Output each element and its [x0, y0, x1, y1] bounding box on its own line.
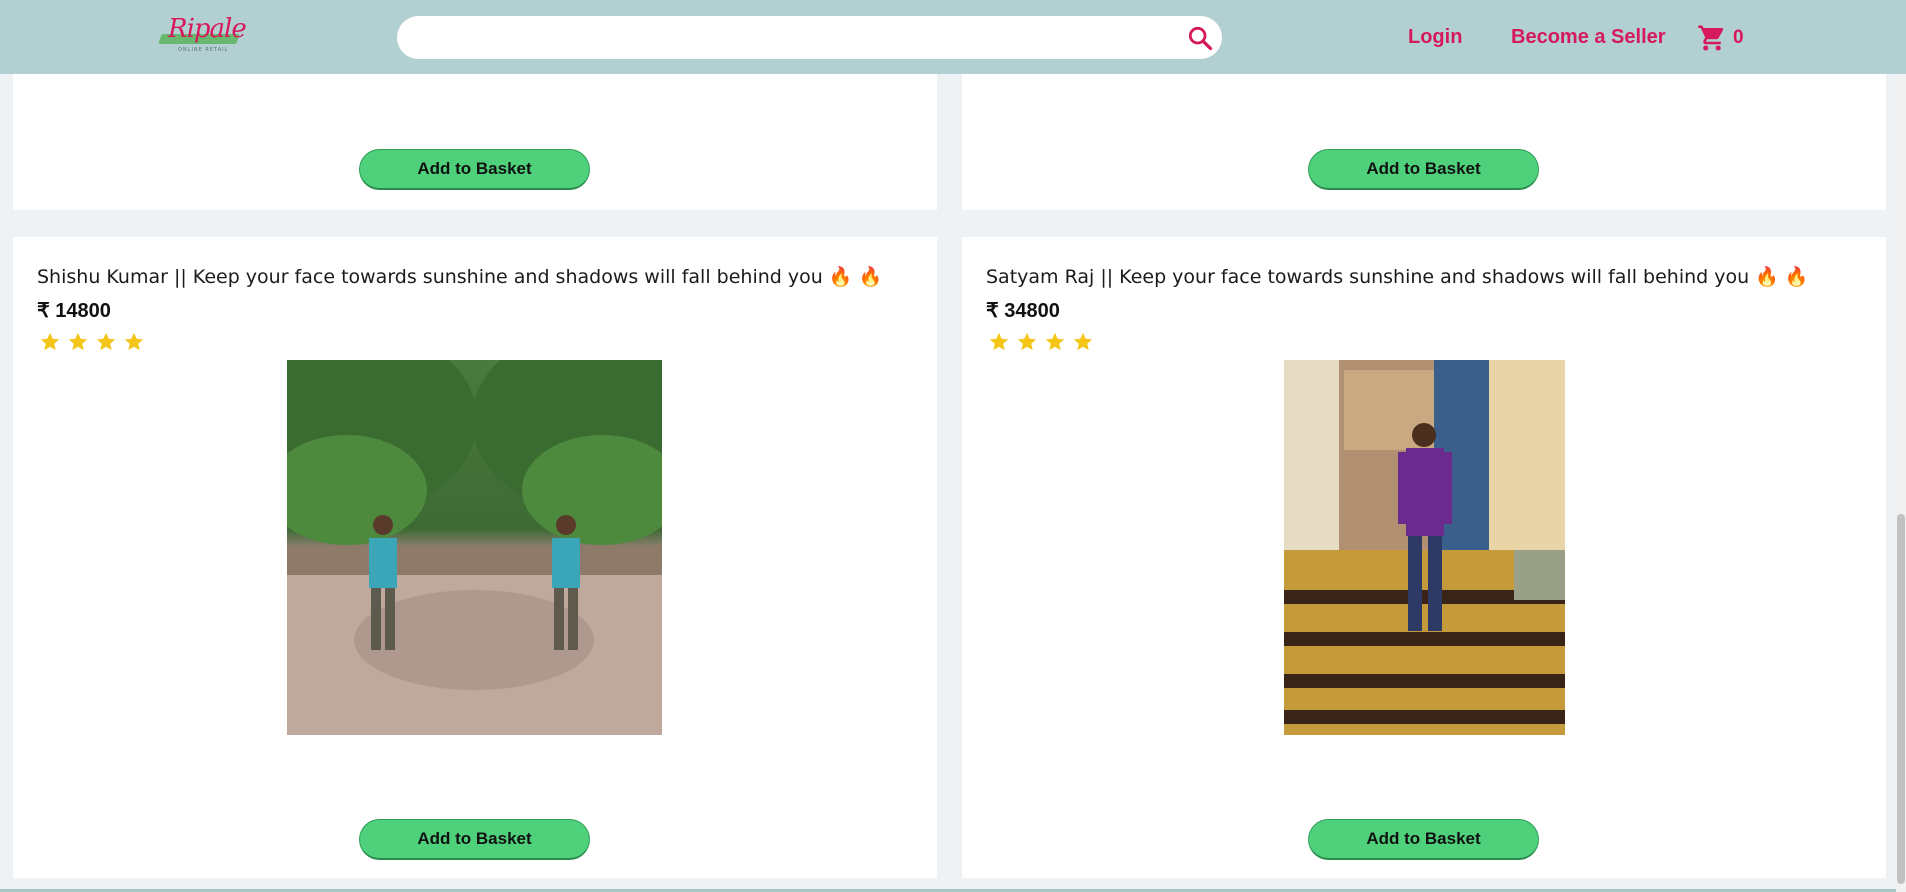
star-icon	[989, 332, 1009, 351]
ripale-logo[interactable]: Ripale ONLINE RETAIL	[158, 12, 247, 56]
star-icon	[1073, 332, 1093, 351]
product-title-text: Shishu Kumar || Keep your face towards s…	[37, 266, 823, 288]
cart-count: 0	[1733, 27, 1744, 48]
logo-text: Ripale	[168, 14, 247, 44]
fire-emoji: 🔥 🔥	[1755, 266, 1809, 288]
star-icon	[1017, 332, 1037, 351]
add-to-basket-button[interactable]: Add to Basket	[359, 149, 590, 190]
product-title: Satyam Raj || Keep your face towards sun…	[986, 265, 1809, 288]
product-card-satyam-raj[interactable]: Satyam Raj || Keep your face towards sun…	[962, 237, 1886, 878]
search-input[interactable]	[397, 16, 1222, 59]
add-to-basket-button[interactable]: Add to Basket	[1308, 819, 1539, 860]
star-icon	[124, 332, 144, 351]
become-seller-link[interactable]: Become a Seller	[1511, 26, 1666, 49]
star-icon	[40, 332, 60, 351]
rating-stars	[988, 331, 1094, 353]
product-image[interactable]	[287, 360, 662, 735]
product-image[interactable]	[1284, 360, 1565, 735]
product-card-top-right: Add to Basket	[962, 74, 1886, 210]
scrollbar-thumb[interactable]	[1897, 514, 1905, 884]
add-to-basket-button[interactable]: Add to Basket	[1308, 149, 1539, 190]
logo-subtitle: ONLINE RETAIL	[178, 47, 229, 53]
fire-emoji: 🔥 🔥	[828, 266, 883, 288]
product-title: Shishu Kumar || Keep your face towards s…	[37, 265, 882, 288]
product-title-text: Satyam Raj || Keep your face towards sun…	[986, 266, 1750, 288]
page-scrollbar[interactable]	[1896, 74, 1906, 892]
product-card-top-left: Add to Basket	[13, 74, 937, 210]
add-to-basket-button[interactable]: Add to Basket	[359, 819, 590, 860]
star-icon	[1045, 332, 1065, 351]
product-price: ₹ 34800	[986, 300, 1060, 322]
search-icon[interactable]	[1186, 24, 1214, 52]
star-icon	[68, 332, 88, 351]
product-card-shishu-kumar[interactable]: Shishu Kumar || Keep your face towards s…	[13, 237, 937, 878]
login-link[interactable]: Login	[1408, 26, 1462, 49]
product-price: ₹ 14800	[37, 300, 111, 322]
star-icon	[96, 332, 116, 351]
cart-icon[interactable]	[1697, 23, 1727, 53]
rating-stars	[39, 331, 145, 353]
top-header: Ripale ONLINE RETAIL Login Become a Sell…	[0, 0, 1906, 74]
